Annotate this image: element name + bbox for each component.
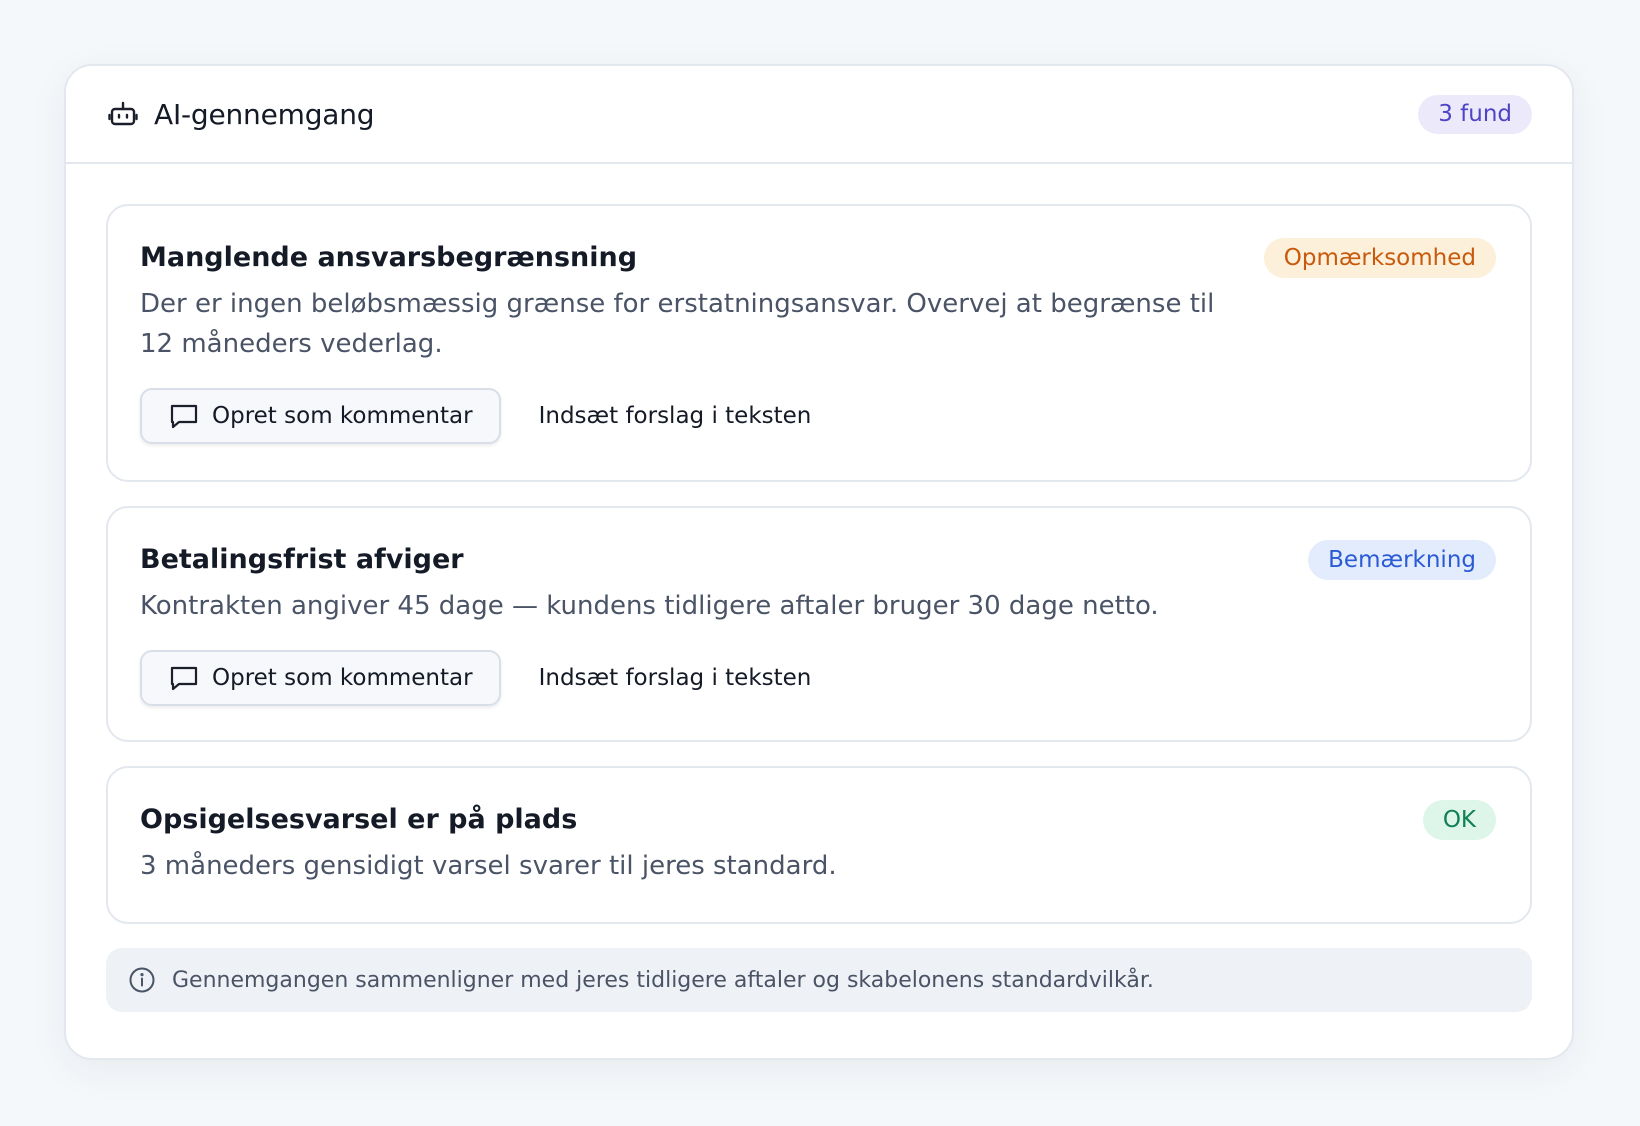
severity-badge: Bemærkning xyxy=(1308,540,1496,580)
create-comment-label: Opret som kommentar xyxy=(212,665,473,691)
create-comment-button[interactable]: Opret som kommentar xyxy=(140,650,501,706)
ai-review-panel: AI-gennemgang 3 fund Manglende ansvarsbe… xyxy=(64,64,1574,1060)
finding-description: Der er ingen beløbsmæssig grænse for ers… xyxy=(140,289,1215,359)
panel-title: AI-gennemgang xyxy=(154,97,375,131)
findings-count-badge: 3 fund xyxy=(1418,94,1532,134)
info-note: Gennemgangen sammenligner med jeres tidl… xyxy=(106,948,1532,1012)
finding-actions: Opret som kommentar Indsæt forslag i tek… xyxy=(140,650,1498,706)
comment-icon xyxy=(168,662,200,694)
finding-actions: Opret som kommentar Indsæt forslag i tek… xyxy=(140,388,1498,444)
finding-card: Betalingsfrist afviger Kontrakten angive… xyxy=(106,506,1532,742)
insert-suggestion-button[interactable]: Indsæt forslag i teksten xyxy=(539,665,812,691)
create-comment-label: Opret som kommentar xyxy=(212,403,473,429)
info-note-text: Gennemgangen sammenligner med jeres tidl… xyxy=(172,967,1154,993)
severity-badge: Opmærksomhed xyxy=(1263,238,1496,278)
finding-card: Manglende ansvarsbegrænsning Der er inge… xyxy=(106,204,1532,482)
severity-badge: OK xyxy=(1422,800,1496,840)
finding-description: 3 måneders gensidigt varsel svarer til j… xyxy=(140,851,837,881)
finding-title: Opsigelsesvarsel er på plads xyxy=(140,804,578,835)
insert-suggestion-button[interactable]: Indsæt forslag i teksten xyxy=(539,403,812,429)
panel-header: AI-gennemgang 3 fund xyxy=(66,66,1572,164)
finding-description: Kontrakten angiver 45 dage — kundens tid… xyxy=(140,591,1159,621)
info-icon xyxy=(128,966,156,994)
comment-icon xyxy=(168,400,200,432)
findings-list: Manglende ansvarsbegrænsning Der er inge… xyxy=(66,164,1572,1012)
finding-title: Betalingsfrist afviger xyxy=(140,544,464,575)
robot-icon xyxy=(108,99,138,129)
finding-card: Opsigelsesvarsel er på plads 3 måneders … xyxy=(106,766,1532,924)
create-comment-button[interactable]: Opret som kommentar xyxy=(140,388,501,444)
